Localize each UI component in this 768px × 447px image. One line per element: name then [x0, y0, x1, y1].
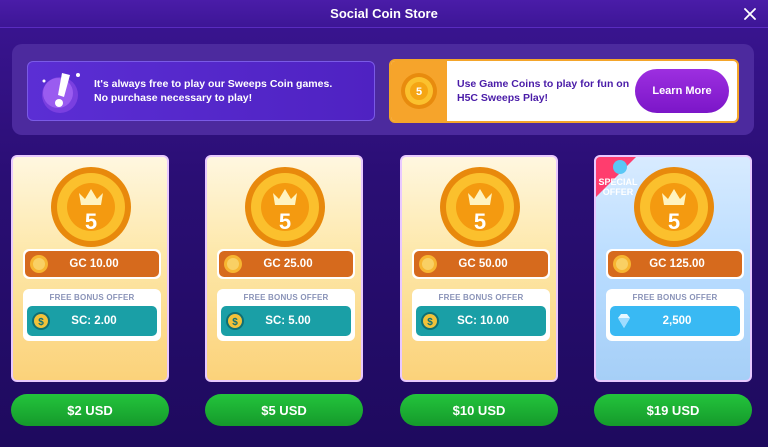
buy-button-4[interactable]: $19 USD: [594, 394, 752, 426]
free-play-line-2: No purchase necessary to play!: [94, 92, 253, 104]
package-card-4[interactable]: 5 SPECIAL OFFER GC 125.00 FREE BONUS OFF…: [594, 155, 752, 382]
title-bar: Social Coin Store: [0, 0, 768, 28]
gc-amount-pill: GC 25.00: [217, 249, 355, 279]
bonus-label: FREE BONUS OFFER: [632, 293, 718, 302]
game-coins-banner: 5 Use Game Coins to play for fun on H5C …: [389, 59, 739, 123]
coin-icon: 5: [245, 167, 325, 247]
svg-text:5: 5: [474, 209, 486, 234]
sweeps-coin-icon: $: [32, 312, 50, 330]
bonus-offer: FREE BONUS OFFER $ SC: 2.00: [23, 289, 161, 341]
buy-button-1[interactable]: $2 USD: [11, 394, 169, 426]
coin-icon: 5: [391, 61, 447, 121]
buy-button-3[interactable]: $10 USD: [400, 394, 558, 426]
special-line-1: SPECIAL: [598, 177, 638, 187]
coin-icon: [613, 255, 631, 273]
bonus-amount: SC: 10.00: [457, 315, 509, 327]
coin-icon: [419, 255, 437, 273]
special-line-2: OFFER: [603, 187, 634, 197]
package-card-3[interactable]: 5 GC 50.00 FREE BONUS OFFER $ SC: 10.00: [400, 155, 558, 382]
coin-icon: [224, 255, 242, 273]
gem-icon: [618, 314, 630, 328]
coin-icon: [30, 255, 48, 273]
coin-icon: 5: [51, 167, 131, 247]
gc-amount-pill: GC 50.00: [412, 249, 550, 279]
sweeps-coin-icon: $: [421, 312, 439, 330]
bonus-label: FREE BONUS OFFER: [438, 293, 524, 302]
sweeps-coin-icon: $: [226, 312, 244, 330]
gc-amount: GC 125.00: [649, 258, 705, 270]
game-coins-text: Use Game Coins to play for fun on H5C Sw…: [457, 78, 630, 104]
svg-text:5: 5: [279, 209, 291, 234]
gc-amount-pill: GC 10.00: [23, 249, 161, 279]
bonus-amount: SC: 2.00: [71, 315, 117, 327]
free-play-banner: It's always free to play our Sweeps Coin…: [27, 61, 375, 121]
bonus-offer: FREE BONUS OFFER $ SC: 10.00: [412, 289, 550, 341]
gc-amount: GC 50.00: [458, 258, 508, 270]
gc-amount: GC 25.00: [263, 258, 313, 270]
special-offer-badge: SPECIAL OFFER: [596, 157, 648, 209]
svg-text:5: 5: [668, 209, 680, 234]
window-title: Social Coin Store: [330, 6, 438, 21]
bonus-offer: FREE BONUS OFFER $ SC: 5.00: [217, 289, 355, 341]
svg-text:$: $: [427, 317, 433, 328]
bonus-label: FREE BONUS OFFER: [49, 293, 135, 302]
exclamation-icon: [34, 65, 86, 117]
package-card-2[interactable]: 5 GC 25.00 FREE BONUS OFFER $ SC: 5.00: [205, 155, 363, 382]
svg-text:$: $: [38, 317, 44, 328]
learn-more-button[interactable]: Learn More: [635, 69, 729, 113]
svg-text:$: $: [232, 317, 238, 328]
gc-amount: GC 10.00: [69, 258, 119, 270]
close-icon[interactable]: [740, 4, 760, 24]
bonus-label: FREE BONUS OFFER: [243, 293, 329, 302]
coin-icon: 5: [440, 167, 520, 247]
bonus-amount: 2,500: [662, 315, 692, 327]
package-card-1[interactable]: 5 GC 10.00 FREE BONUS OFFER $ SC: 2.00: [11, 155, 169, 382]
svg-text:5: 5: [416, 86, 422, 98]
bonus-offer: FREE BONUS OFFER 2,500: [606, 289, 744, 341]
svg-text:5: 5: [85, 209, 97, 234]
buy-button-2[interactable]: $5 USD: [205, 394, 363, 426]
gc-amount-pill: GC 125.00: [606, 249, 744, 279]
free-play-line-1: It's always free to play our Sweeps Coin…: [94, 78, 333, 90]
bonus-amount: SC: 5.00: [265, 315, 311, 327]
